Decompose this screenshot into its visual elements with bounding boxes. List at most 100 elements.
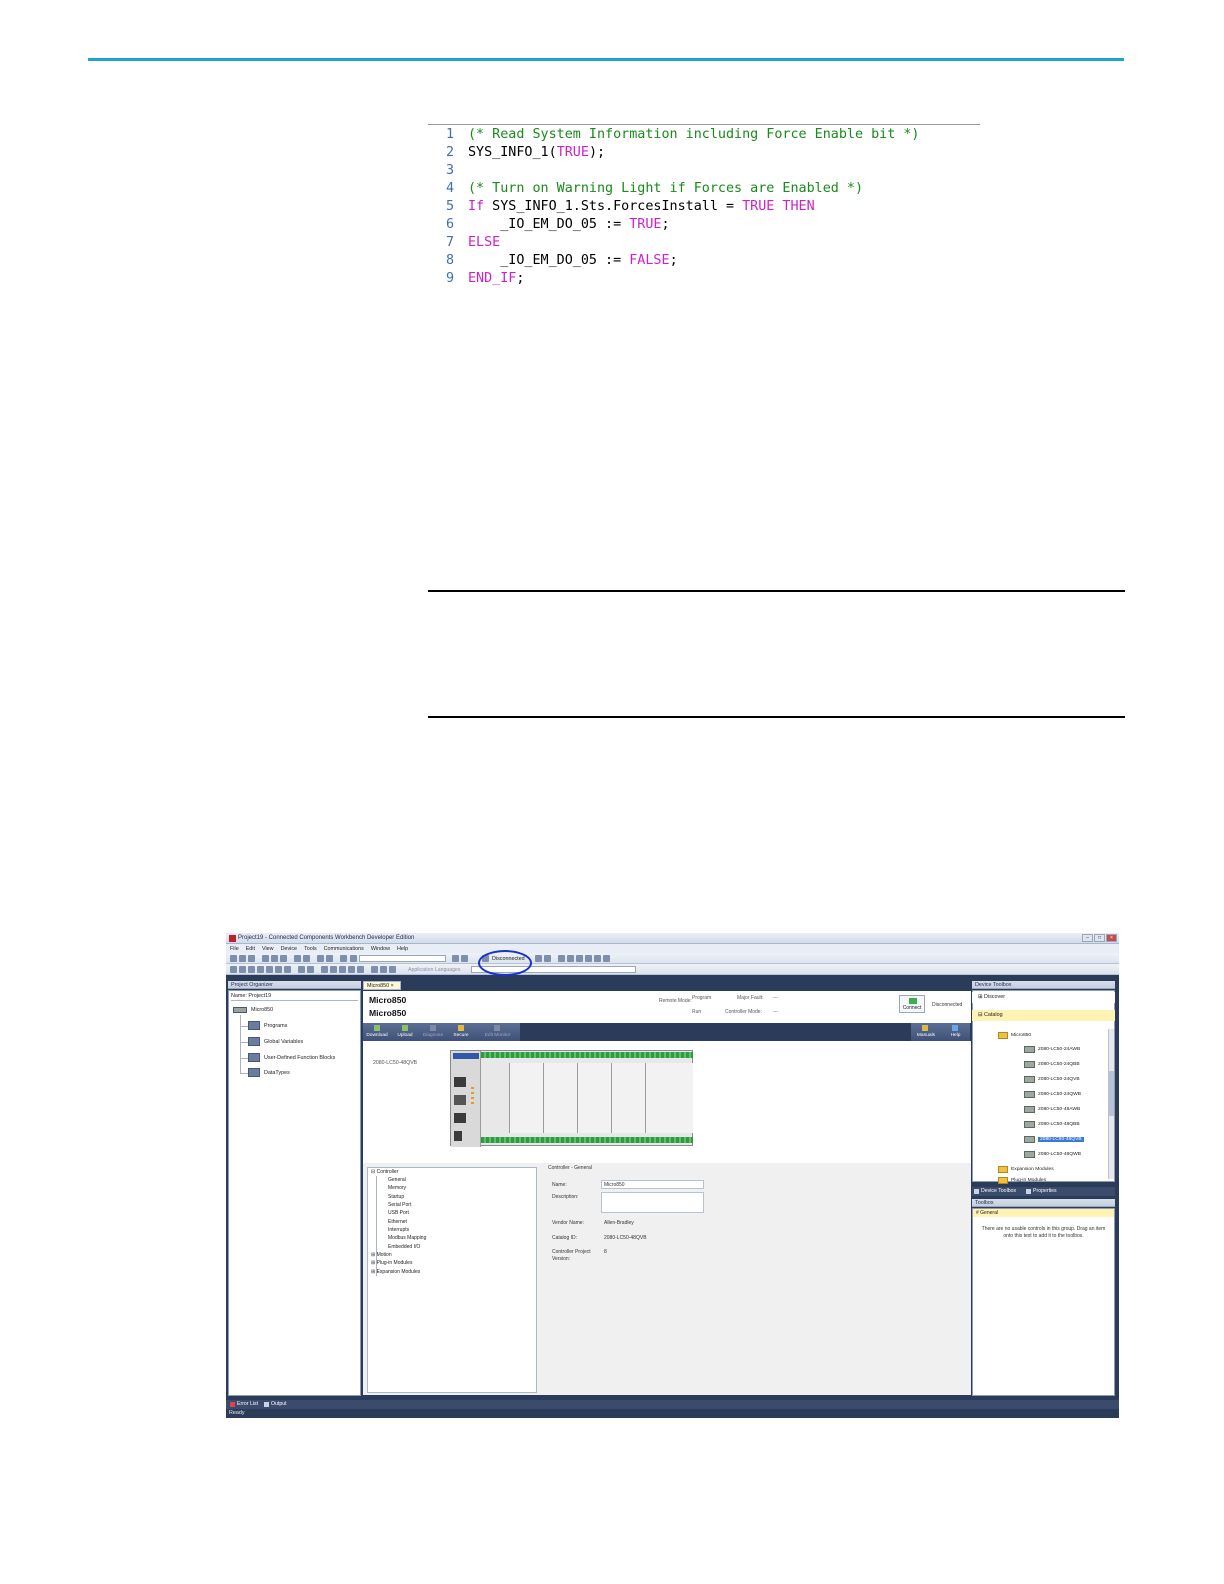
plc-image[interactable] (450, 1050, 693, 1147)
organizer-item-datatypes[interactable]: DataTypes (248, 1068, 290, 1077)
upload-button[interactable]: Upload (391, 1023, 419, 1041)
spacing-icon[interactable] (284, 966, 291, 973)
manuals-button[interactable]: Manuals (911, 1023, 941, 1041)
config-tree-interrupts[interactable]: Interrupts (388, 1227, 409, 1233)
organizer-item-programs[interactable]: Programs (248, 1021, 287, 1030)
scrollbar-thumb[interactable] (1109, 1071, 1114, 1116)
tab-properties[interactable]: Properties (1026, 1188, 1057, 1194)
catalog-folder-plugin[interactable]: Plug-in Modules (998, 1177, 1046, 1184)
config-tree-general[interactable]: General (388, 1177, 406, 1183)
open-icon[interactable] (239, 955, 246, 962)
catalog-item[interactable]: 2080-LC50-24QVB (1024, 1076, 1080, 1083)
bookmark-icon[interactable] (371, 966, 378, 973)
edit-monitor-button[interactable]: Edit Monitor (475, 1023, 520, 1041)
download-button[interactable]: Download (363, 1023, 391, 1041)
connect-path-icon[interactable] (452, 955, 459, 962)
connect-button[interactable]: Connect (899, 995, 925, 1013)
new-icon[interactable] (230, 955, 237, 962)
copy-icon[interactable] (271, 955, 278, 962)
run-icon[interactable] (326, 955, 333, 962)
redo-icon[interactable] (303, 955, 310, 962)
catalog-item[interactable]: 2080-LC50-48QBB (1024, 1121, 1080, 1128)
config-tree-expansion-modules[interactable]: ⊞ Expansion Modules (371, 1269, 420, 1275)
align-center-icon[interactable] (248, 966, 255, 973)
catalog-folder-expansion[interactable]: Expansion Modules (998, 1166, 1054, 1173)
catalog-item[interactable]: 2080-LC50-48QVB (1024, 1136, 1084, 1143)
catalog-item[interactable]: 2080-LC50-24QWB (1024, 1091, 1081, 1098)
discover-row[interactable]: ⊞ Discover (972, 992, 1115, 1003)
toolbar-icon-h[interactable] (603, 955, 610, 962)
config-tree-embedded-io[interactable]: Embedded I/O (388, 1244, 420, 1250)
config-tree-memory[interactable]: Memory (388, 1185, 406, 1191)
minimize-icon[interactable]: – (1082, 934, 1093, 942)
toolbar-icon-e[interactable] (576, 955, 583, 962)
paste-icon[interactable] (280, 955, 287, 962)
comment-icon[interactable] (348, 966, 355, 973)
menu-window[interactable]: Window (371, 946, 390, 952)
tab-device-toolbox[interactable]: Device Toolbox (974, 1188, 1016, 1194)
zoom-out-icon[interactable] (307, 966, 314, 973)
align-bottom-icon[interactable] (275, 966, 282, 973)
catalog-item[interactable]: 2080-LC50-48QWB (1024, 1151, 1081, 1158)
help-button[interactable]: Help (941, 1023, 970, 1041)
config-tree-modbus-mapping[interactable]: Modbus Mapping (388, 1235, 426, 1241)
tab-output[interactable]: Output (264, 1401, 287, 1407)
program-radio[interactable]: Program (692, 995, 711, 1001)
organizer-item-udfb[interactable]: User-Defined Function Blocks (248, 1053, 335, 1062)
align-left-icon[interactable] (239, 966, 246, 973)
catalog-item[interactable]: 2080-LC50-48AWB (1024, 1106, 1080, 1113)
catalog-item[interactable]: 2080-LC50-24AWB (1024, 1046, 1080, 1053)
config-tree-serial-port[interactable]: Serial Port (388, 1202, 411, 1208)
search-combo[interactable] (359, 955, 446, 962)
print-icon[interactable] (350, 955, 357, 962)
navigate-icon[interactable] (380, 966, 387, 973)
save-icon[interactable] (248, 955, 255, 962)
align-top-icon[interactable] (266, 966, 273, 973)
organizer-root[interactable]: Micro850 (233, 1007, 273, 1013)
catalog-item[interactable]: 2080-LC50-24QBB (1024, 1061, 1080, 1068)
toolbar-icon-d[interactable] (567, 955, 574, 962)
toolbox-group-general[interactable]: # General (973, 1209, 1114, 1217)
align-right-icon[interactable] (257, 966, 264, 973)
description-field[interactable] (601, 1192, 704, 1213)
find-icon[interactable] (340, 955, 347, 962)
menu-device[interactable]: Device (281, 946, 297, 952)
run-radio[interactable]: Run (692, 1009, 701, 1015)
menu-edit[interactable]: Edit (246, 946, 255, 952)
uncomment-icon[interactable] (357, 966, 364, 973)
close-icon[interactable]: × (1106, 934, 1117, 942)
diagnose-button[interactable]: Diagnose (419, 1023, 447, 1041)
grid-icon[interactable] (230, 966, 237, 973)
list-icon[interactable] (389, 966, 396, 973)
toolbar-icon-f[interactable] (585, 955, 592, 962)
organizer-item-global-variables[interactable]: Global Variables (248, 1037, 303, 1046)
menu-file[interactable]: File (230, 946, 239, 952)
zoom-in-icon[interactable] (298, 966, 305, 973)
tab-error-list[interactable]: Error List (230, 1401, 258, 1407)
catalog-folder-micro850[interactable]: Micro850 (998, 1032, 1031, 1039)
tab-micro850[interactable]: Micro850 × (363, 981, 401, 990)
catalog-row[interactable]: ⊟ Catalog (972, 1010, 1115, 1021)
config-tree-controller[interactable]: ⊟ Controller (371, 1169, 398, 1175)
toolbar-icon-a[interactable] (535, 955, 542, 962)
indent-icon[interactable] (330, 966, 337, 973)
menu-help[interactable]: Help (397, 946, 408, 952)
config-tree-plugin-modules[interactable]: ⊞ Plug-in Modules (371, 1260, 412, 1266)
menu-tools[interactable]: Tools (304, 946, 317, 952)
catalog-scrollbar[interactable] (1108, 1029, 1114, 1179)
config-tree-usb-port[interactable]: USB Port (388, 1210, 409, 1216)
menu-communications[interactable]: Communications (324, 946, 364, 952)
undo-icon[interactable] (294, 955, 301, 962)
build-icon[interactable] (317, 955, 324, 962)
cut-icon[interactable] (262, 955, 269, 962)
config-tree-startup[interactable]: Startup (388, 1194, 404, 1200)
maximize-icon[interactable]: □ (1094, 934, 1105, 942)
format-icon[interactable] (321, 966, 328, 973)
config-tree-ethernet[interactable]: Ethernet (388, 1219, 407, 1225)
toolbar-icon-g[interactable] (594, 955, 601, 962)
menu-view[interactable]: View (262, 946, 274, 952)
browse-icon[interactable] (461, 955, 468, 962)
toolbar-icon-b[interactable] (544, 955, 551, 962)
config-tree-motion[interactable]: ⊞ Motion (371, 1252, 392, 1258)
secure-button[interactable]: Secure (447, 1023, 475, 1041)
